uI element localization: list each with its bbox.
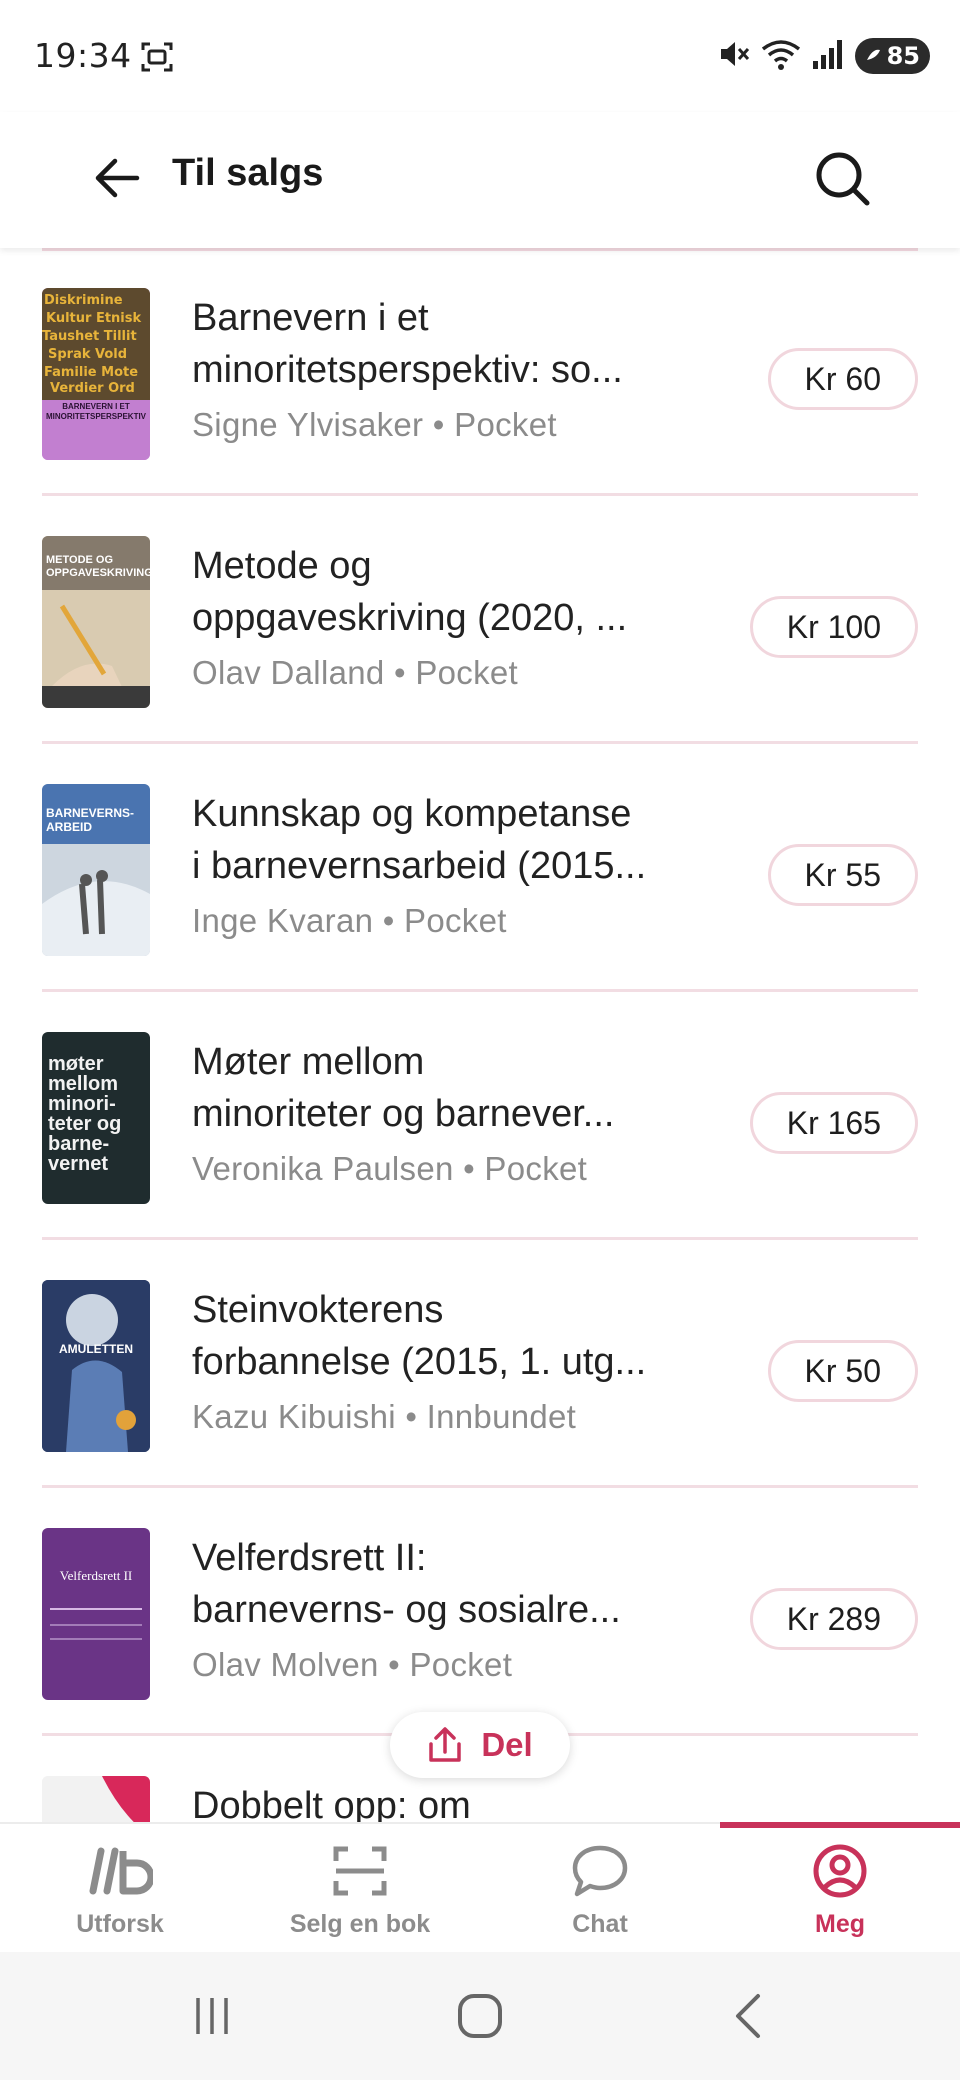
book-author-format: Olav Molven • Pocket — [192, 1646, 513, 1683]
book-cover: Velferdsrett II — [42, 1528, 150, 1700]
svg-text:Taushet Tillit: Taushet Tillit — [42, 329, 137, 344]
status-icons: 85 — [717, 36, 930, 76]
list-item[interactable]: Diskrimine Kultur Etnisk Taushet Tillit Sp… — [0, 248, 960, 496]
price-badge: Kr 50 — [767, 1340, 918, 1402]
book-title: Metode og oppgaveskriving (2020, ... — [192, 545, 628, 639]
search-icon — [816, 152, 870, 206]
book-cover: møter mellom minori-teter og barne-verne… — [42, 1032, 150, 1204]
battery-icon: 85 — [854, 38, 930, 74]
listing-list[interactable]: Diskrimine Kultur Etnisk Taushet Tillit Sp… — [0, 248, 960, 1822]
list-item[interactable]: Velferdsrett II Velferdsrett II: barneve… — [0, 1488, 960, 1736]
price-badge: Kr 55 — [767, 844, 918, 906]
app-bar: Til salgs — [0, 112, 960, 248]
svg-text:Familie Mote: Familie Mote — [44, 365, 138, 380]
list-item[interactable]: BARNEVERNS-ARBEID Kunnskap og kompetanse… — [0, 744, 960, 992]
book-author-format: Inge Kvaran • Pocket — [192, 902, 507, 939]
svg-text:Verdier Ord: Verdier Ord — [50, 381, 135, 396]
home-icon — [458, 1994, 502, 2038]
screenshot-icon — [140, 40, 174, 74]
recent-apps-icon — [196, 1998, 228, 2034]
book-author-format: Signe Ylvisaker • Pocket — [192, 406, 557, 443]
cover-title: METODE OG OPPGAVESKRIVING — [46, 554, 150, 579]
book-author-format: Veronika Paulsen • Pocket — [192, 1150, 588, 1187]
status-bar: 19:34 85 — [0, 0, 960, 112]
price-badge: Kr 100 — [749, 596, 918, 658]
price-badge: Kr 60 — [767, 348, 918, 410]
list-item[interactable]: METODE OG OPPGAVESKRIVING Metode og oppg… — [0, 496, 960, 744]
book-cover: METODE OG OPPGAVESKRIVING — [42, 536, 150, 708]
nav-item-chat[interactable]: Chat — [480, 1824, 720, 1954]
price-badge: Kr 165 — [749, 1092, 918, 1154]
home-button[interactable] — [440, 1982, 520, 2050]
svg-text:Sprak Vold: Sprak Vold — [48, 347, 127, 362]
recent-apps-button[interactable] — [172, 1982, 252, 2050]
battery-level: 85 — [886, 42, 920, 70]
page-title: Til salgs — [172, 152, 324, 194]
nav-label: Chat — [572, 1910, 628, 1938]
system-back-button[interactable] — [708, 1982, 788, 2050]
book-title: Møter mellom minoriteter og barnever... — [192, 1041, 615, 1135]
back-button[interactable] — [86, 146, 150, 210]
arrow-left-icon — [95, 158, 140, 198]
book-cover — [42, 1776, 150, 1822]
scan-icon — [332, 1842, 388, 1900]
list-item[interactable]: AMULETTEN Steinvokterens forbannelse (20… — [0, 1240, 960, 1488]
wifi-icon — [761, 37, 801, 75]
book-cover: Diskrimine Kultur Etnisk Taushet Tillit Sp… — [42, 288, 150, 460]
book-author-format: Olav Dalland • Pocket — [192, 654, 519, 691]
book-title: Barnevern i et minoritetsperspektiv: so.… — [192, 297, 623, 391]
book-cover: AMULETTEN — [42, 1280, 150, 1452]
nav-label: Selg en bok — [289, 1910, 431, 1938]
svg-text:Diskrimine: Diskrimine — [44, 293, 123, 308]
svg-text:Kultur Etnisk: Kultur Etnisk — [46, 311, 142, 326]
book-title: Kunnskap og kompetanse i barnevernsarbei… — [192, 793, 647, 887]
nav-label: Utforsk — [76, 1910, 164, 1938]
profile-icon — [812, 1842, 868, 1900]
cover-title: BARNEVERN I ET MINORITETSPERSPEKTIV — [46, 402, 147, 421]
price-badge: Kr 289 — [749, 1588, 918, 1650]
nav-label: Meg — [815, 1910, 865, 1938]
status-time: 19:34 — [34, 36, 132, 75]
system-navigation-bar — [0, 1952, 960, 2080]
cover-title: BARNEVERNS-ARBEID — [46, 806, 135, 834]
nav-item-meg[interactable]: Meg — [720, 1824, 960, 1954]
book-title: Steinvokterens forbannelse (2015, 1. utg… — [192, 1289, 647, 1383]
share-label: Del — [481, 1726, 533, 1763]
book-cover: BARNEVERNS-ARBEID — [42, 784, 150, 956]
bottom-navigation: Utforsk Selg en bok Chat Meg — [0, 1822, 960, 1952]
signal-icon — [811, 37, 845, 75]
search-button[interactable] — [806, 142, 880, 216]
nav-item-selg-en-bok[interactable]: Selg en bok — [240, 1824, 480, 1954]
cover-title: møter mellom minori-teter og barne-verne… — [48, 1053, 122, 1175]
cover-title: AMULETTEN — [59, 1342, 133, 1356]
back-triangle-icon — [736, 1994, 760, 2038]
share-button[interactable]: Del — [390, 1712, 570, 1778]
list-item[interactable]: møter mellom minori-teter og barne-verne… — [0, 992, 960, 1240]
share-icon — [429, 1727, 462, 1762]
chat-bubble-icon — [571, 1842, 629, 1900]
book-title: Velferdsrett II: barneverns- og sosialre… — [192, 1537, 621, 1631]
book-title: Dobbelt opp: om — [192, 1785, 471, 1822]
mute-icon — [717, 37, 751, 75]
cover-title: Velferdsrett II — [59, 1568, 133, 1583]
book-author-format: Kazu Kibuishi • Innbundet — [192, 1398, 577, 1435]
ilb-logo-icon — [87, 1842, 153, 1900]
nav-item-utforsk[interactable]: Utforsk — [0, 1824, 240, 1954]
